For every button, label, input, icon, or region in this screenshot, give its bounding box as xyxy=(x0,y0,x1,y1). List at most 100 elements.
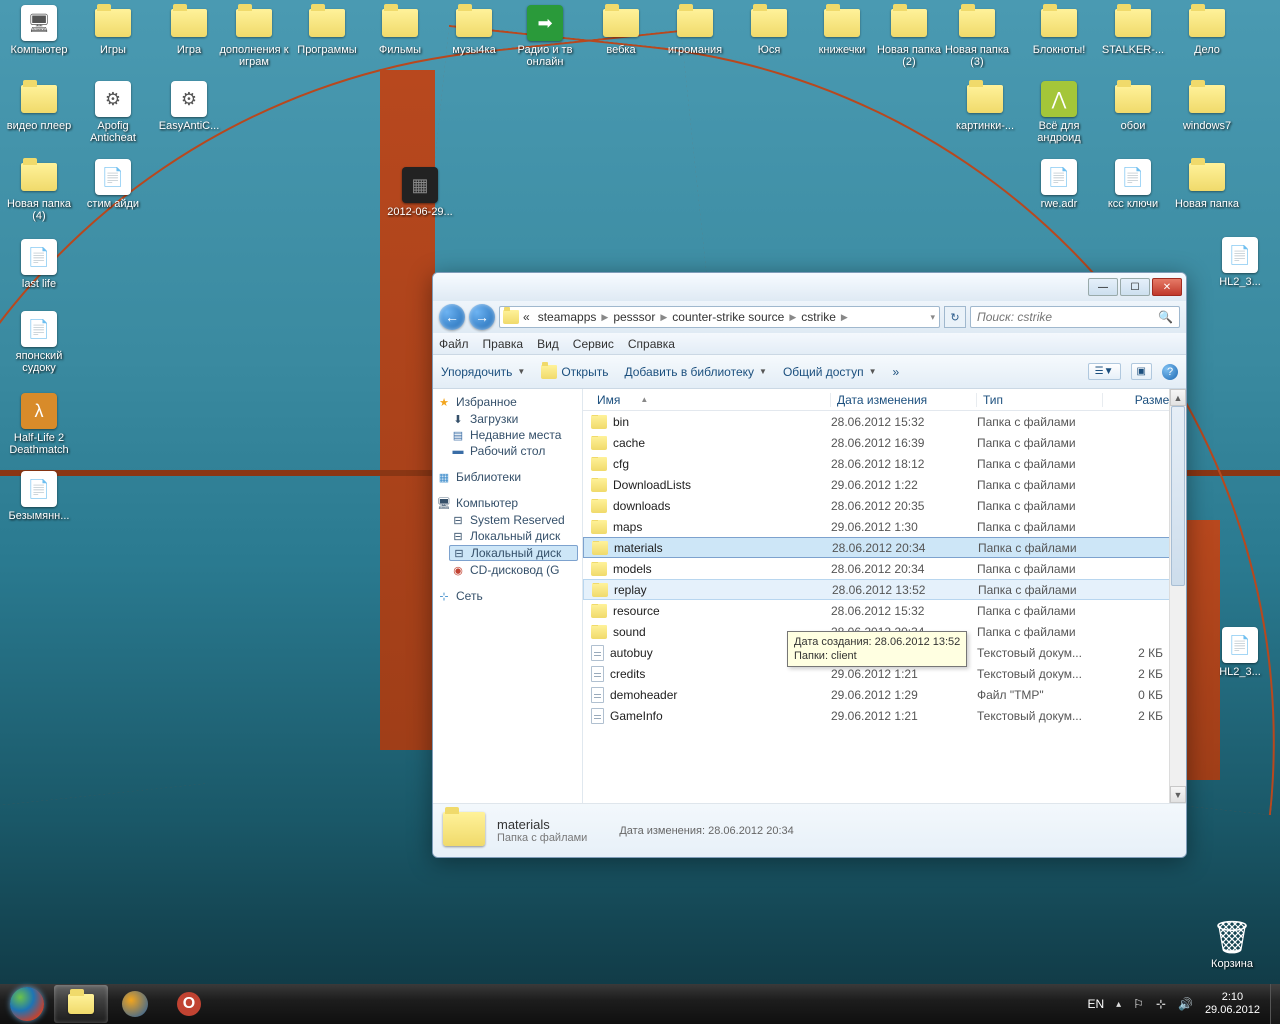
desktop-icon[interactable]: 📄японский судоку xyxy=(2,310,76,374)
sidebar-item-recent[interactable]: ▤Недавние места xyxy=(451,428,578,442)
crumb[interactable]: cstrike xyxy=(798,310,839,324)
desktop-icon[interactable]: 🗑Корзина xyxy=(1195,918,1269,970)
preview-button[interactable]: ▣ xyxy=(1131,363,1152,380)
sidebar-item-drive[interactable]: ⊟Локальный диск xyxy=(449,545,578,561)
desktop-icon[interactable]: игромания xyxy=(658,4,732,56)
desktop-icon[interactable]: Новая папка xyxy=(1170,158,1244,210)
file-row[interactable]: bin28.06.2012 15:32Папка с файлами xyxy=(583,411,1186,432)
file-row[interactable]: resource28.06.2012 15:32Папка с файлами xyxy=(583,600,1186,621)
sidebar-network[interactable]: ⊹Сеть xyxy=(437,589,578,603)
crumb[interactable]: counter-strike source xyxy=(669,310,787,324)
flag-icon[interactable]: ⚐ xyxy=(1133,997,1144,1011)
desktop-icon[interactable]: Игра xyxy=(152,4,226,56)
desktop-icon[interactable]: 📄HL2_3... xyxy=(1203,626,1277,678)
menu-view[interactable]: Вид xyxy=(537,337,559,351)
scrollbar[interactable]: ▲ ▼ xyxy=(1169,389,1186,803)
back-button[interactable]: ← xyxy=(439,304,465,330)
menu-file[interactable]: Файл xyxy=(439,337,469,351)
search-box[interactable]: 🔍 xyxy=(970,306,1180,328)
sidebar-item-drive[interactable]: ⊟Локальный диск xyxy=(451,529,578,543)
menu-edit[interactable]: Правка xyxy=(483,337,524,351)
address-bar[interactable]: « steamapps▶ pesssor▶ counter-strike sou… xyxy=(499,306,940,328)
desktop-icon[interactable]: Новая папка (3) xyxy=(940,4,1014,68)
start-button[interactable] xyxy=(0,984,54,1024)
close-button[interactable]: ✕ xyxy=(1152,278,1182,296)
desktop-icon[interactable]: картинки-... xyxy=(948,80,1022,132)
sidebar-libraries[interactable]: ▦Библиотеки xyxy=(437,470,578,484)
desktop-icon[interactable]: ▦2012-06-29... xyxy=(383,166,457,218)
maximize-button[interactable]: ☐ xyxy=(1120,278,1150,296)
sidebar-favorites[interactable]: ★Избранное xyxy=(437,395,578,409)
menu-help[interactable]: Справка xyxy=(628,337,675,351)
taskbar-mediaplayer[interactable] xyxy=(108,985,162,1023)
desktop-icon[interactable]: книжечки xyxy=(805,4,879,56)
network-icon[interactable]: ⊹ xyxy=(1156,997,1166,1011)
desktop-icon[interactable]: ⚙Apofig Anticheat xyxy=(76,80,150,144)
file-row[interactable]: demoheader29.06.2012 1:29Файл "TMP"0 КБ xyxy=(583,684,1186,705)
tray-expand-icon[interactable]: ▴ xyxy=(1116,999,1121,1010)
view-button[interactable]: ☰▼ xyxy=(1088,363,1121,380)
file-row[interactable]: downloads28.06.2012 20:35Папка с файлами xyxy=(583,495,1186,516)
file-row[interactable]: models28.06.2012 20:34Папка с файлами xyxy=(583,558,1186,579)
toolbar-open[interactable]: Открыть xyxy=(541,365,608,379)
desktop-icon[interactable]: STALKER-... xyxy=(1096,4,1170,56)
file-row[interactable]: GameInfo29.06.2012 1:21Текстовый докум..… xyxy=(583,705,1186,726)
crumb-sep-icon[interactable]: ▶ xyxy=(660,312,667,323)
scroll-up-button[interactable]: ▲ xyxy=(1170,389,1186,406)
desktop-icon[interactable]: Программы xyxy=(290,4,364,56)
sidebar-item-drive[interactable]: ⊟System Reserved xyxy=(451,513,578,527)
dropdown-icon[interactable]: ▾ xyxy=(930,312,935,323)
toolbar-share[interactable]: Общий доступ▼ xyxy=(783,365,877,379)
file-row[interactable]: cache28.06.2012 16:39Папка с файлами xyxy=(583,432,1186,453)
file-row[interactable]: maps29.06.2012 1:30Папка с файлами xyxy=(583,516,1186,537)
clock[interactable]: 2:10 29.06.2012 xyxy=(1205,991,1260,1017)
scroll-down-button[interactable]: ▼ xyxy=(1170,786,1186,803)
desktop-icon[interactable]: 📄ксс ключи xyxy=(1096,158,1170,210)
lang-indicator[interactable]: EN xyxy=(1087,997,1104,1011)
desktop-icon[interactable]: обои xyxy=(1096,80,1170,132)
desktop-icon[interactable]: вебка xyxy=(584,4,658,56)
file-row[interactable]: materials28.06.2012 20:34Папка с файлами xyxy=(583,537,1186,558)
desktop-icon[interactable]: Игры xyxy=(76,4,150,56)
menu-tools[interactable]: Сервис xyxy=(573,337,614,351)
desktop-icon[interactable]: 📄Безымянн... xyxy=(2,470,76,522)
col-date[interactable]: Дата изменения xyxy=(831,393,977,407)
file-row[interactable]: cfg28.06.2012 18:12Папка с файлами xyxy=(583,453,1186,474)
sidebar-computer[interactable]: 🖥Компьютер xyxy=(437,496,578,510)
desktop-icon[interactable]: дополнения к играм xyxy=(217,4,291,68)
desktop-icon[interactable]: λHalf-Life 2 Deathmatch xyxy=(2,392,76,456)
desktop-icon[interactable]: Фильмы xyxy=(363,4,437,56)
taskbar-opera[interactable]: O xyxy=(162,985,216,1023)
toolbar-addlib[interactable]: Добавить в библиотеку▼ xyxy=(624,365,766,379)
taskbar-explorer[interactable] xyxy=(54,985,108,1023)
desktop-icon[interactable]: Новая папка (4) xyxy=(2,158,76,222)
desktop-icon[interactable]: видео плеер xyxy=(2,80,76,132)
desktop-icon[interactable]: 📄стим айди xyxy=(76,158,150,210)
crumb-sep-icon[interactable]: ▶ xyxy=(841,312,848,323)
minimize-button[interactable]: — xyxy=(1088,278,1118,296)
desktop-icon[interactable]: 📄rwe.adr xyxy=(1022,158,1096,210)
desktop-icon[interactable]: ⚙EasyAntiC... xyxy=(152,80,226,132)
search-input[interactable] xyxy=(977,310,1158,324)
file-row[interactable]: DownloadLists29.06.2012 1:22Папка с файл… xyxy=(583,474,1186,495)
desktop-icon[interactable]: Блокноты! xyxy=(1022,4,1096,56)
crumb-prefix[interactable]: « xyxy=(520,310,533,324)
titlebar[interactable]: — ☐ ✕ xyxy=(433,273,1186,301)
volume-icon[interactable]: 🔊 xyxy=(1178,997,1193,1011)
desktop-icon[interactable]: windows7 xyxy=(1170,80,1244,132)
col-type[interactable]: Тип xyxy=(977,393,1103,407)
desktop-icon[interactable]: ⋀Всё для андроид xyxy=(1022,80,1096,144)
forward-button[interactable]: → xyxy=(469,304,495,330)
col-name[interactable]: Имя▲ xyxy=(591,393,831,407)
desktop-icon[interactable]: ➡Радио и тв онлайн xyxy=(508,4,582,68)
desktop-icon[interactable]: Юся xyxy=(732,4,806,56)
crumb-sep-icon[interactable]: ▶ xyxy=(789,312,796,323)
sidebar-item-cd[interactable]: ◉CD-дисковод (G xyxy=(451,563,578,577)
desktop-icon[interactable]: 📄HL2_3... xyxy=(1203,236,1277,288)
show-desktop-button[interactable] xyxy=(1270,984,1280,1024)
desktop-icon[interactable]: 📄last life xyxy=(2,238,76,290)
desktop-icon[interactable]: музы4ка xyxy=(437,4,511,56)
desktop-icon[interactable]: Новая папка (2) xyxy=(872,4,946,68)
file-row[interactable]: replay28.06.2012 13:52Папка с файлами xyxy=(583,579,1186,600)
help-icon[interactable]: ? xyxy=(1162,364,1178,380)
